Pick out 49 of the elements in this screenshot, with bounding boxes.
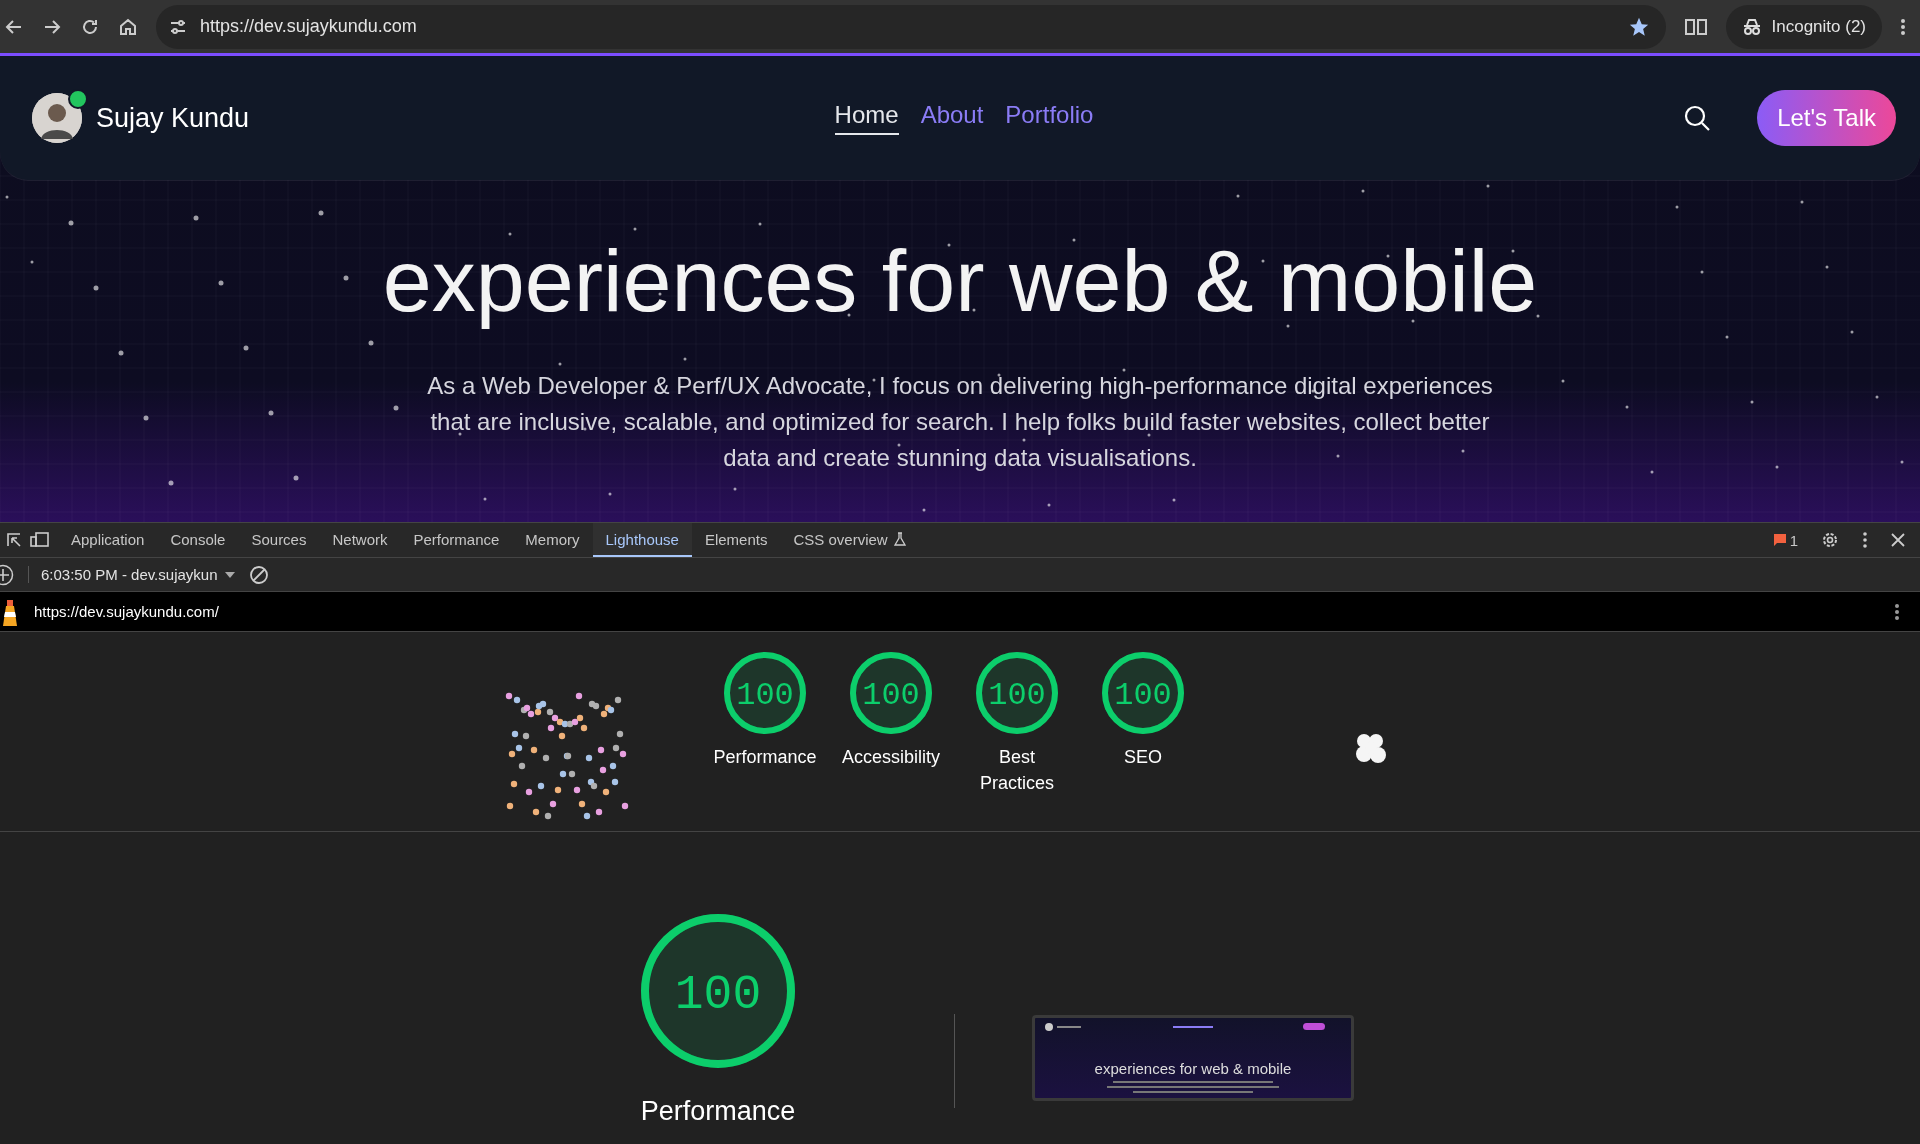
score-value: 100 <box>862 677 920 715</box>
clear-icon[interactable] <box>249 564 270 585</box>
category-label: Accessibility <box>841 746 941 769</box>
profile-button[interactable]: Incognito (2) <box>1725 4 1882 49</box>
issues-counter[interactable]: 1 <box>1772 531 1798 549</box>
nav-link[interactable]: Home <box>834 101 899 135</box>
intro-paragraph: As a Web Developer & Perf/UX Advocate, I focus on delivering high-performance digital experiences that are inclusive, scalable, and optimized for search. I help folks build faster websites, collect better data and create stunning data visualisations. <box>426 371 1494 473</box>
more-options-icon[interactable] <box>1894 601 1900 622</box>
devtools-tab[interactable]: Application <box>58 523 158 557</box>
score-value: 100 <box>1114 677 1172 715</box>
category-label: SEO <box>1123 746 1163 769</box>
devtools-tab[interactable]: Memory <box>512 523 593 557</box>
site-name[interactable]: Sujay Kundu <box>96 102 250 134</box>
category-label: Performance <box>712 746 818 769</box>
devtools-tab[interactable]: Performance <box>400 523 513 557</box>
devtools-tab[interactable]: Network <box>319 523 401 557</box>
report-selector[interactable]: 6:03:50 PM - dev.sujaykun <box>28 566 236 583</box>
home-icon[interactable] <box>118 16 138 37</box>
reading-list-icon[interactable] <box>1683 16 1708 37</box>
contact-button[interactable]: Let's Talk <box>1757 90 1896 146</box>
category-label: Best Practices <box>979 746 1055 795</box>
more-options-icon[interactable] <box>1862 531 1868 549</box>
menu-icon[interactable] <box>1900 16 1906 37</box>
lighthouse-icon <box>0 597 20 626</box>
avatar <box>32 93 82 143</box>
settings-icon[interactable] <box>1820 530 1840 550</box>
caret-icon <box>225 571 236 578</box>
devtools-tab[interactable]: Sources <box>238 523 320 557</box>
devtools-tab[interactable]: CSS overview <box>780 523 919 557</box>
issue-flag-icon <box>1772 533 1787 547</box>
devtools-tab[interactable]: Lighthouse <box>592 523 692 557</box>
close-icon[interactable] <box>1890 532 1906 548</box>
hero-heading: experiences for web & mobile <box>382 230 1538 332</box>
cluster-icon <box>1354 732 1388 766</box>
incognito-icon <box>1741 17 1762 36</box>
score-value: 100 <box>736 677 794 715</box>
thumbnail-heading: experiences for web & mobile <box>1094 1060 1292 1077</box>
report-url: https://dev.sujaykundu.com/ <box>34 603 220 620</box>
inspect-icon[interactable] <box>6 532 22 548</box>
nav-link[interactable]: Portfolio <box>1005 101 1094 135</box>
search-icon[interactable] <box>1683 104 1712 132</box>
devtools-tab[interactable]: Elements <box>691 523 781 557</box>
score-value: 100 <box>988 677 1046 715</box>
device-toolbar-icon[interactable] <box>30 532 50 548</box>
nav-link[interactable]: About <box>920 101 984 135</box>
devtools-tab[interactable]: Console <box>157 523 239 557</box>
category-title: Performance <box>639 1098 797 1124</box>
score-value: 100 <box>674 967 762 1022</box>
address-bar[interactable]: https://dev.sujaykundu.com <box>156 4 1666 49</box>
